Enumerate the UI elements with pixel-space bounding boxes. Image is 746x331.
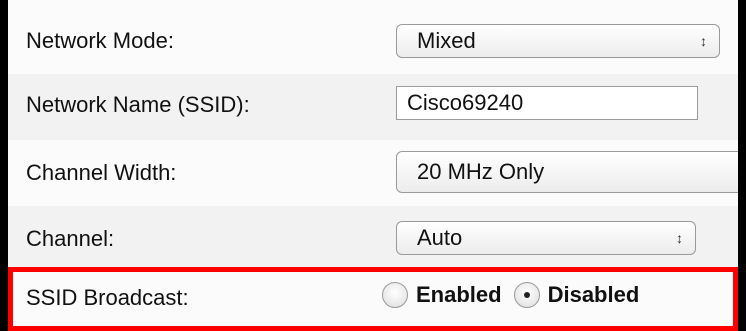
channel-width-row: Channel Width: 20 MHz Only (8, 140, 738, 206)
network-mode-select[interactable]: Mixed ↕ (396, 24, 720, 58)
channel-width-select[interactable]: 20 MHz Only (396, 151, 738, 193)
channel-width-value: 20 MHz Only (417, 159, 545, 184)
wireless-settings-panel: Network Mode: Mixed ↕ Network Name (SSID… (8, 0, 738, 331)
select-arrows-icon: ↕ (700, 33, 707, 49)
network-name-input[interactable]: Cisco69240 (396, 86, 698, 120)
network-mode-label: Network Mode: (26, 28, 174, 53)
channel-label: Channel: (26, 226, 115, 251)
channel-width-label: Channel Width: (26, 160, 177, 185)
channel-value: Auto (417, 225, 463, 250)
channel-select[interactable]: Auto ↕ (396, 221, 696, 255)
network-name-label: Network Name (SSID): (26, 92, 250, 117)
ssid-broadcast-highlight (8, 267, 738, 331)
channel-row: Channel: Auto ↕ (8, 206, 738, 272)
network-mode-row: Network Mode: Mixed ↕ (8, 8, 738, 74)
network-name-row: Network Name (SSID): Cisco69240 (8, 74, 738, 140)
network-mode-value: Mixed (417, 28, 476, 53)
select-arrows-icon: ↕ (676, 230, 683, 246)
